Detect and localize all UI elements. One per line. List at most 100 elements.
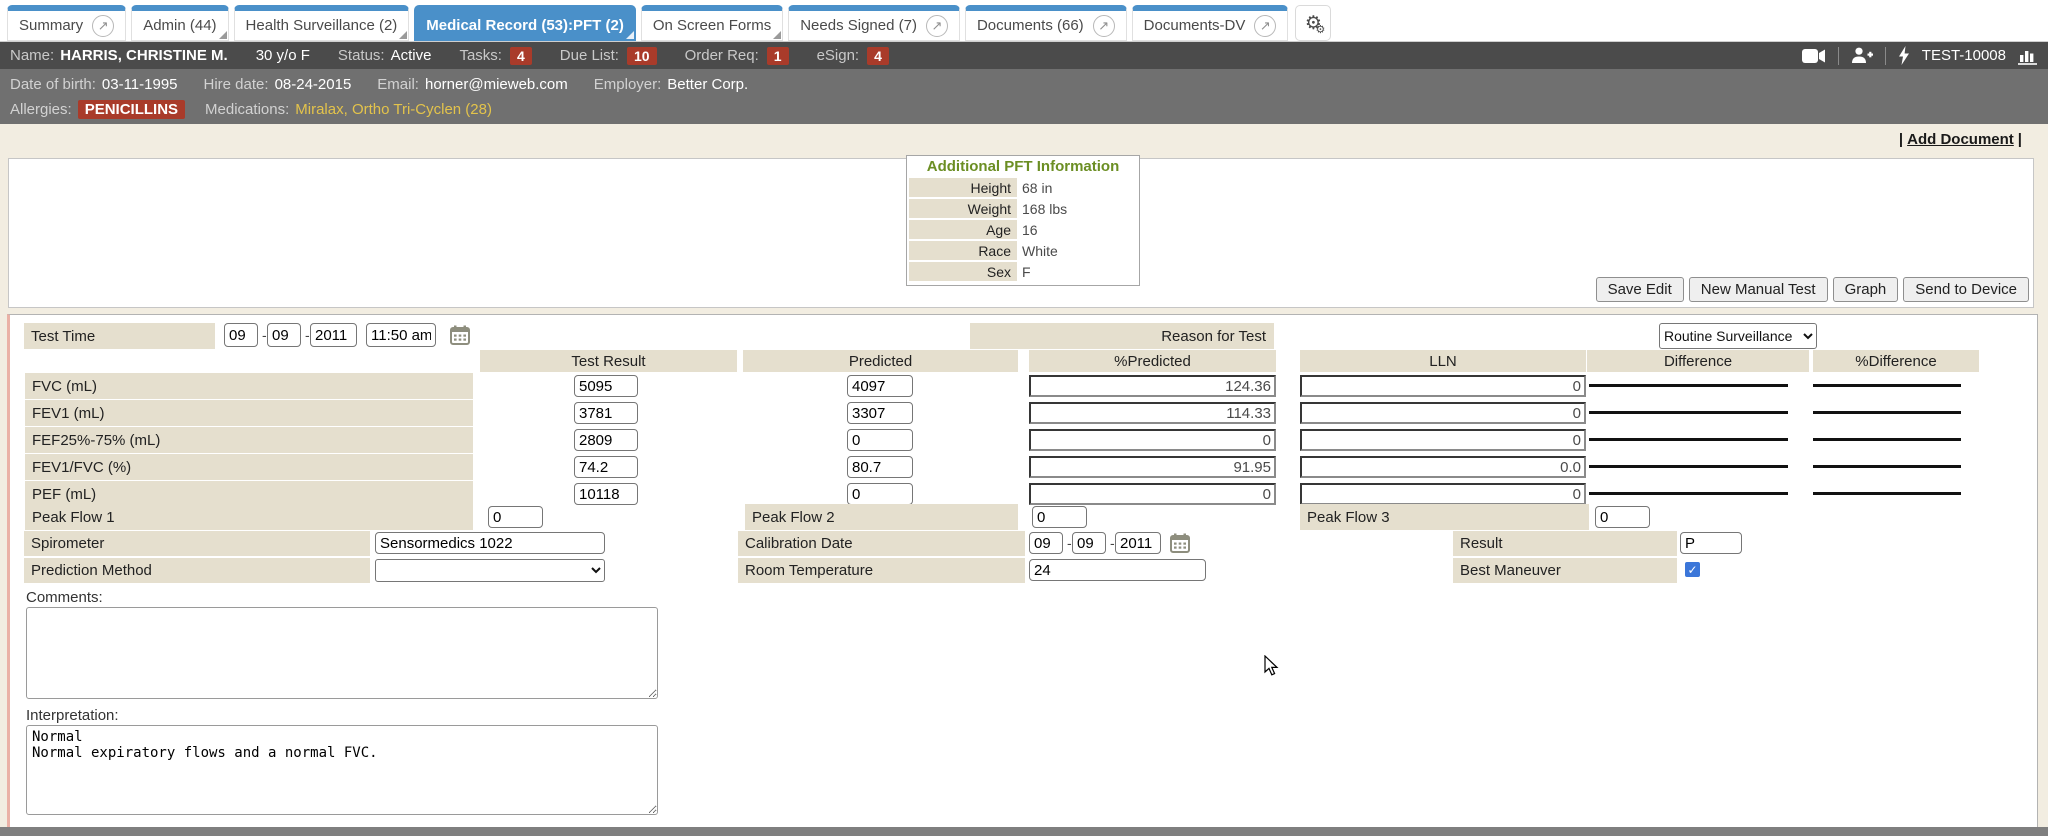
peak-flow-1-input[interactable]: [488, 506, 543, 528]
date-dash: -: [1110, 535, 1115, 551]
add-document-row: |Add Document|: [1899, 131, 2022, 148]
demographic-label: Email:: [377, 76, 419, 93]
test-result-input[interactable]: [574, 402, 638, 424]
test-time-day-input[interactable]: [267, 323, 301, 347]
new-manual-test-button[interactable]: New Manual Test: [1689, 277, 1828, 302]
pct-predicted-input[interactable]: [1029, 375, 1276, 397]
tab-label: Documents (66): [977, 17, 1084, 34]
action-button-row: Save EditNew Manual TestGraphSend to Dev…: [1596, 277, 2029, 302]
tab-fold-corner-icon: [219, 31, 227, 39]
predicted-input[interactable]: [847, 375, 913, 397]
tab-summary[interactable]: Summary↗: [7, 5, 126, 41]
column-header--difference: %Difference: [1813, 350, 1979, 372]
calibration-day-input[interactable]: [1072, 532, 1106, 554]
counter-label: Order Req:: [685, 47, 759, 64]
calibration-year-input[interactable]: [1115, 532, 1161, 554]
counter-badge[interactable]: 10: [627, 47, 657, 65]
prediction-method-select[interactable]: [375, 559, 605, 582]
row-label-cell: FEF25%-75% (mL): [25, 427, 473, 453]
pct-predicted-input[interactable]: [1029, 429, 1276, 451]
counter-badge[interactable]: 4: [867, 47, 889, 65]
counter-esign: eSign:4: [817, 47, 889, 65]
lln-input[interactable]: [1300, 375, 1586, 397]
send-to-device-button[interactable]: Send to Device: [1903, 277, 2029, 302]
interpretation-textarea[interactable]: Normal Normal expiratory flows and a nor…: [26, 725, 658, 815]
pft-info-value: F: [1017, 264, 1137, 280]
row-label-cell: FEV1 (mL): [25, 400, 473, 426]
lightning-icon[interactable]: [1898, 46, 1910, 65]
tab-admin-44[interactable]: Admin (44): [131, 5, 228, 41]
spirometer-input[interactable]: [375, 532, 605, 554]
pft-info-label: Age: [909, 220, 1017, 239]
counter-badge[interactable]: 4: [510, 47, 532, 65]
tab-on-screen-forms[interactable]: On Screen Forms: [641, 5, 783, 41]
predicted-input[interactable]: [847, 429, 913, 451]
lln-input[interactable]: [1300, 483, 1586, 505]
pct-predicted-input[interactable]: [1029, 402, 1276, 424]
result-input[interactable]: [1680, 532, 1742, 554]
best-maneuver-checkbox[interactable]: ✓: [1685, 562, 1700, 577]
predicted-input[interactable]: [847, 402, 913, 424]
pft-info-row: RaceWhite: [909, 241, 1137, 260]
tab-needs-signed-7[interactable]: Needs Signed (7)↗: [788, 5, 960, 41]
medications-value[interactable]: Miralax, Ortho Tri-Cyclen (28): [295, 101, 492, 118]
pft-info-label: Race: [909, 241, 1017, 260]
additional-pft-info-box: Additional PFT Information Height68 in We…: [906, 155, 1140, 286]
allergies-label: Allergies:: [10, 101, 72, 118]
test-result-input[interactable]: [574, 483, 638, 505]
room-temperature-input[interactable]: [1029, 559, 1206, 581]
tab-documents-66[interactable]: Documents (66) ↗: [965, 5, 1127, 41]
tab-medical-record-53-pft-2[interactable]: Medical Record (53):PFT (2): [414, 5, 636, 41]
calibration-month-input[interactable]: [1029, 532, 1063, 554]
pct-difference-line: [1813, 492, 1961, 495]
difference-line: [1589, 438, 1788, 441]
lln-input[interactable]: [1300, 429, 1586, 451]
pct-predicted-input[interactable]: [1029, 483, 1276, 505]
pft-info-label: Weight: [909, 199, 1017, 218]
comments-textarea[interactable]: [26, 607, 658, 699]
chart-icon[interactable]: [2018, 47, 2038, 65]
counter-order-req: Order Req: 1: [685, 47, 789, 65]
tab-label: Health Surveillance (2): [246, 17, 398, 34]
add-document-link[interactable]: Add Document: [1907, 131, 2014, 148]
peak-flow-2-input[interactable]: [1032, 506, 1087, 528]
demographic-value: Better Corp.: [667, 76, 748, 93]
pft-info-label: Height: [909, 178, 1017, 197]
settings-gear-button[interactable]: ⚙⚙: [1295, 5, 1331, 41]
difference-line: [1589, 492, 1788, 495]
test-result-input[interactable]: [574, 375, 638, 397]
calendar-icon[interactable]: [1170, 533, 1190, 553]
popout-icon[interactable]: ↗: [926, 15, 948, 37]
graph-button[interactable]: Graph: [1833, 277, 1899, 302]
tab-fold-corner-icon: [626, 31, 634, 39]
allergy-badge[interactable]: PENICILLINS: [78, 100, 185, 119]
popout-icon[interactable]: ↗: [92, 15, 114, 37]
test-time-month-input[interactable]: [224, 323, 258, 347]
tab-documents-dv[interactable]: Documents-DV↗: [1132, 5, 1289, 41]
popout-icon[interactable]: ↗: [1093, 15, 1115, 37]
peak-flow-3-input[interactable]: [1595, 506, 1650, 528]
counter-badge[interactable]: 1: [767, 47, 789, 65]
add-person-icon[interactable]: [1851, 47, 1873, 64]
test-time-time-input[interactable]: [366, 323, 436, 347]
predicted-input[interactable]: [847, 483, 913, 505]
test-result-input[interactable]: [574, 429, 638, 451]
pft-info-label: Sex: [909, 262, 1017, 281]
predicted-input[interactable]: [847, 456, 913, 478]
reason-for-test-select[interactable]: Routine Surveillance: [1659, 323, 1817, 349]
lln-input[interactable]: [1300, 402, 1586, 424]
popout-icon[interactable]: ↗: [1254, 15, 1276, 37]
pft-info-panel: Additional PFT Information Height68 in We…: [8, 158, 2034, 308]
lln-input[interactable]: [1300, 456, 1586, 478]
test-time-year-input[interactable]: [310, 323, 357, 347]
video-camera-icon[interactable]: [1802, 48, 1826, 64]
pft-info-row: Height68 in: [909, 178, 1137, 197]
calendar-icon[interactable]: [450, 325, 470, 345]
save-edit-button[interactable]: Save Edit: [1596, 277, 1684, 302]
row-label-cell: FVC (mL): [25, 373, 473, 399]
pct-predicted-input[interactable]: [1029, 456, 1276, 478]
tab-health-surveillance-2[interactable]: Health Surveillance (2): [234, 5, 410, 41]
test-result-input[interactable]: [574, 456, 638, 478]
pft-info-title: Additional PFT Information: [907, 156, 1139, 178]
pft-info-value: White: [1017, 243, 1137, 259]
